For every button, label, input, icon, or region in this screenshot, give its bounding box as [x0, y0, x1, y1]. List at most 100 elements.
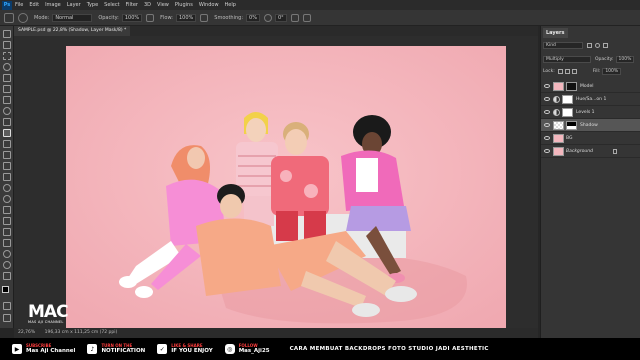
symmetry-butterfly-icon[interactable]	[302, 13, 311, 22]
follow-group[interactable]: ◎ FOLLOW Mas_Aji25	[224, 343, 270, 355]
path-selection-tool-icon[interactable]	[3, 228, 11, 236]
mode-select[interactable]: Normal	[52, 13, 93, 22]
filter-type-icon[interactable]	[603, 43, 608, 48]
menu-file[interactable]: File	[15, 0, 23, 10]
layer-filter-select[interactable]: Kind	[543, 42, 583, 49]
options-bar: Mode: Normal Opacity: 100% Flow: 100% Sm…	[0, 10, 640, 26]
blend-mode-select[interactable]: Multiply	[543, 56, 591, 63]
clone-stamp-tool-icon[interactable]	[3, 140, 11, 148]
layer-row-bg[interactable]: BG	[541, 132, 640, 145]
artboard-tool-icon[interactable]	[3, 41, 11, 49]
visibility-eye-icon[interactable]	[544, 123, 550, 127]
layers-tab[interactable]: Layers	[543, 28, 568, 38]
object-selection-tool-icon[interactable]	[3, 74, 11, 82]
layer-row-levels[interactable]: Levels 1	[541, 106, 640, 119]
subscribe-group[interactable]: ▶ SUBSCRIBE Mas Aji Channel	[12, 343, 75, 355]
layer-name[interactable]: Levels 1	[576, 110, 595, 115]
menu-plugins[interactable]: Plugins	[175, 0, 193, 10]
mac-logo: MAC	[28, 302, 69, 322]
menu-filter[interactable]: Filter	[126, 0, 138, 10]
layer-name[interactable]: Background	[566, 149, 593, 154]
menu-edit[interactable]: Edit	[29, 0, 39, 10]
menu-image[interactable]: Image	[45, 0, 61, 10]
pen-tool-icon[interactable]	[3, 206, 11, 214]
zoom-tool-icon[interactable]	[3, 261, 11, 269]
gradient-tool-icon[interactable]	[3, 173, 11, 181]
pressure-size-icon[interactable]	[290, 13, 299, 22]
menu-layer[interactable]: Layer	[67, 0, 81, 10]
visibility-eye-icon[interactable]	[544, 136, 550, 140]
dodge-tool-icon[interactable]	[3, 195, 11, 203]
pressure-opacity-icon[interactable]	[146, 13, 155, 22]
menu-type[interactable]: Type	[87, 0, 98, 10]
layer-mask-thumbnail[interactable]	[562, 107, 573, 117]
layers-panel: Layers Kind Multiply Opacity: 100% Lock:…	[540, 26, 640, 338]
menu-select[interactable]: Select	[104, 0, 119, 10]
layer-name[interactable]: BG	[566, 136, 573, 141]
visibility-eye-icon[interactable]	[544, 97, 550, 101]
airbrush-icon[interactable]	[200, 13, 209, 22]
hand-tool-icon[interactable]	[3, 250, 11, 258]
lock-all-icon[interactable]	[571, 69, 577, 74]
edit-toolbar-icon[interactable]	[3, 272, 11, 280]
eraser-tool-icon[interactable]	[3, 162, 11, 170]
lock-pixels-icon[interactable]	[557, 69, 563, 74]
document-canvas[interactable]	[66, 46, 506, 328]
notification-group[interactable]: ♪ TURN ON THE NOTIFICATION	[87, 343, 145, 355]
layer-row-background[interactable]: Background	[541, 145, 640, 158]
layer-name[interactable]: Model	[580, 84, 594, 89]
layer-mask-thumbnail[interactable]	[566, 81, 577, 91]
brush-tool-icon[interactable]	[4, 12, 14, 23]
smoothing-settings-gear-icon[interactable]	[263, 13, 272, 22]
layer-opacity-input[interactable]: 100%	[615, 56, 635, 63]
brush-angle-input[interactable]: 0°	[274, 13, 287, 22]
share-group[interactable]: ✓ LIKE & SHARE IF YOU ENJOY	[157, 343, 213, 355]
move-tool-icon[interactable]	[3, 30, 11, 38]
healing-brush-tool-icon[interactable]	[3, 118, 11, 126]
layer-name[interactable]: Shadow	[580, 123, 598, 128]
foreground-color-swatch[interactable]	[2, 286, 9, 293]
menu-window[interactable]: Window	[199, 0, 219, 10]
crop-tool-icon[interactable]	[3, 85, 11, 93]
menu-3d[interactable]: 3D	[144, 0, 151, 10]
photoshop-logo-icon[interactable]: Ps	[2, 0, 12, 10]
menu-help[interactable]: Help	[225, 0, 236, 10]
lock-icon	[612, 148, 617, 154]
eyedropper-tool-icon[interactable]	[3, 107, 11, 115]
zoom-level[interactable]: 22,76%	[18, 330, 35, 335]
smoothing-input[interactable]: 0%	[246, 13, 260, 22]
menu-view[interactable]: View	[157, 0, 169, 10]
layer-row-model[interactable]: Model	[541, 80, 640, 93]
layer-row-shadow[interactable]: Shadow	[541, 119, 640, 132]
visibility-eye-icon[interactable]	[544, 149, 550, 153]
document-tab[interactable]: SAMPLE.psd @ 22,8% (Shadow, Layer Mask/8…	[14, 26, 131, 36]
adjustment-layer-icon	[553, 108, 560, 116]
type-tool-icon[interactable]	[3, 217, 11, 225]
rectangle-tool-icon[interactable]	[3, 239, 11, 247]
brush-tool-icon[interactable]	[3, 129, 11, 137]
lasso-tool-icon[interactable]	[3, 63, 11, 71]
layer-row-hue-saturation[interactable]: Hue/Sa...on 1	[541, 93, 640, 106]
flow-input[interactable]: 100%	[176, 13, 197, 22]
visibility-eye-icon[interactable]	[544, 110, 550, 114]
filter-adjustment-icon[interactable]	[595, 43, 600, 48]
brush-preset-icon[interactable]	[18, 12, 28, 23]
layer-thumbnail	[553, 133, 564, 143]
tools-panel	[0, 26, 14, 328]
marquee-tool-icon[interactable]	[3, 52, 11, 60]
filter-pixel-icon[interactable]	[587, 43, 592, 48]
status-bar: 22,76% 196,33 cm x 111,25 cm (72 ppi)	[14, 328, 538, 338]
layer-mask-thumbnail[interactable]	[566, 120, 577, 130]
visibility-eye-icon[interactable]	[544, 84, 550, 88]
opacity-input[interactable]: 100%	[121, 13, 143, 22]
layer-mask-thumbnail[interactable]	[562, 94, 573, 104]
history-brush-tool-icon[interactable]	[3, 151, 11, 159]
thumbs-up-icon: ✓	[157, 344, 168, 354]
layer-name[interactable]: Hue/Sa...on 1	[576, 97, 606, 102]
frame-tool-icon[interactable]	[3, 96, 11, 104]
layer-fill-input[interactable]: 100%	[602, 68, 622, 75]
quick-mask-icon[interactable]	[3, 302, 11, 310]
screen-mode-icon[interactable]	[3, 314, 11, 322]
blur-tool-icon[interactable]	[3, 184, 11, 192]
lock-position-icon[interactable]	[564, 69, 570, 74]
